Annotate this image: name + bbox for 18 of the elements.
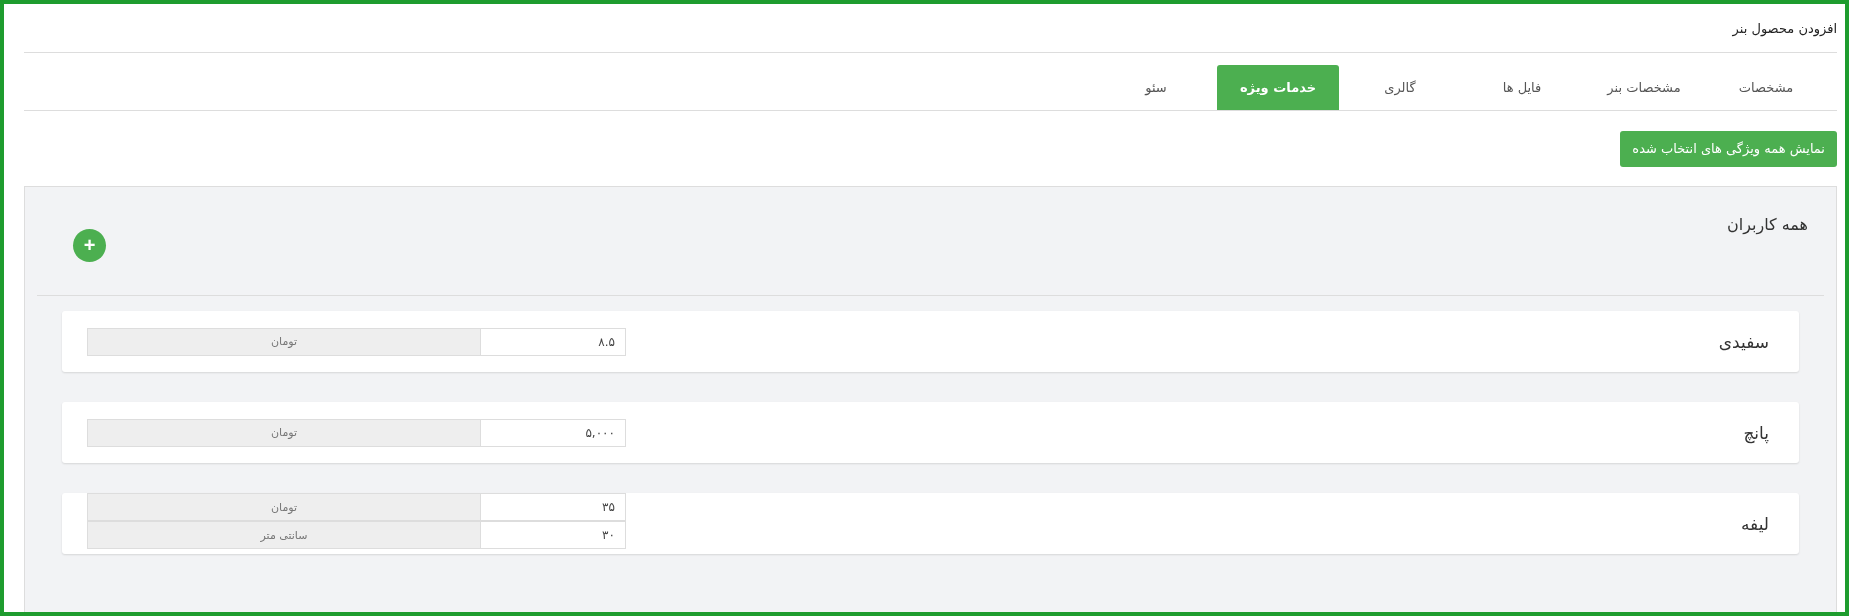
service-name: پانچ	[1743, 422, 1769, 443]
value-field[interactable]: ۳۰	[480, 521, 626, 549]
page-title: افزودن محصول بنر	[1732, 20, 1837, 36]
tab[interactable]: مشخصات بنر	[1583, 65, 1705, 110]
tab[interactable]: گالری	[1339, 65, 1461, 110]
unit-label: سانتی متر	[87, 521, 480, 549]
value-field[interactable]: ۸.۵	[480, 327, 626, 356]
service-name: لیفه	[1740, 513, 1769, 534]
unit-label: تومان	[87, 418, 480, 447]
tab[interactable]: مشخصات	[1705, 65, 1827, 110]
value-field[interactable]: ۵,۰۰۰	[480, 418, 626, 447]
tab[interactable]: سئو	[1095, 65, 1217, 110]
unit-label: تومان	[87, 493, 480, 521]
tab[interactable]: فایل ها	[1461, 65, 1583, 110]
value-field[interactable]: ۳۵	[480, 493, 626, 521]
service-name: سفیدی	[1718, 331, 1769, 352]
unit-label: تومان	[87, 327, 480, 356]
panel-title: همه کاربران	[1726, 215, 1808, 237]
